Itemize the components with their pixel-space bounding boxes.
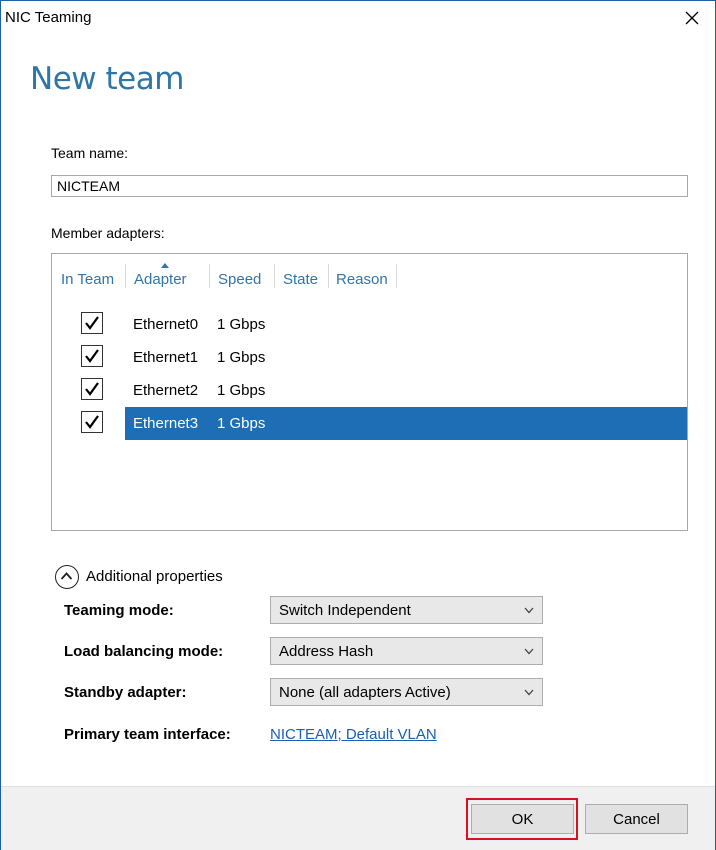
adapter-speed: 1 Gbps: [217, 382, 266, 399]
title-bar: NIC Teaming: [1, 1, 715, 35]
load-balancing-mode-label: Load balancing mode:: [64, 643, 224, 660]
teaming-mode-label: Teaming mode:: [64, 602, 174, 619]
standby-adapter-select[interactable]: None (all adapters Active): [270, 678, 543, 706]
column-header-in-team[interactable]: In Team: [61, 264, 114, 294]
chevron-down-icon: [524, 689, 534, 696]
column-header-state[interactable]: State: [283, 264, 318, 294]
chevron-down-icon: [524, 648, 534, 655]
checkmark-icon: [85, 382, 99, 396]
in-team-checkbox[interactable]: [81, 345, 103, 367]
primary-team-interface-label: Primary team interface:: [64, 726, 231, 743]
teaming-mode-value: Switch Independent: [279, 602, 411, 619]
checkmark-icon: [85, 415, 99, 429]
team-name-input[interactable]: NICTEAM: [51, 175, 688, 197]
additional-properties-toggle[interactable]: [55, 565, 79, 589]
team-name-label: Team name:: [51, 145, 129, 161]
in-team-checkbox[interactable]: [81, 312, 103, 334]
in-team-checkbox[interactable]: [81, 378, 103, 400]
adapter-name: Ethernet2: [133, 382, 199, 399]
ok-button[interactable]: OK: [471, 804, 574, 834]
column-divider: [274, 264, 275, 288]
window-title: NIC Teaming: [5, 9, 92, 26]
member-adapters-list: In Team Adapter Speed State Reason Ether…: [51, 253, 688, 531]
additional-properties-label: Additional properties: [86, 568, 223, 585]
column-divider: [209, 264, 210, 288]
column-divider: [125, 264, 126, 288]
teaming-mode-select[interactable]: Switch Independent: [270, 596, 543, 624]
adapter-speed: 1 Gbps: [217, 349, 266, 366]
adapter-speed: 1 Gbps: [217, 316, 266, 333]
column-divider: [396, 264, 397, 288]
table-row[interactable]: Ethernet1 1 Gbps: [125, 341, 687, 374]
close-button[interactable]: [669, 1, 715, 35]
table-row[interactable]: Ethernet0 1 Gbps: [125, 308, 687, 341]
checkmark-icon: [85, 349, 99, 363]
column-header-reason[interactable]: Reason: [336, 264, 388, 294]
table-row-selected[interactable]: Ethernet3 1 Gbps: [125, 407, 687, 440]
close-icon: [685, 11, 699, 25]
standby-adapter-label: Standby adapter:: [64, 684, 187, 701]
chevron-up-icon: [60, 572, 73, 580]
nic-teaming-dialog: NIC Teaming New team Team name: NICTEAM …: [0, 0, 716, 850]
adapter-speed: 1 Gbps: [217, 415, 266, 432]
load-balancing-mode-value: Address Hash: [279, 643, 374, 660]
in-team-checkbox[interactable]: [81, 411, 103, 433]
adapter-name: Ethernet0: [133, 316, 199, 333]
page-title: New team: [30, 61, 184, 97]
column-header-adapter[interactable]: Adapter: [134, 264, 187, 294]
primary-team-interface-link[interactable]: NICTEAM; Default VLAN: [270, 726, 437, 743]
table-row[interactable]: Ethernet2 1 Gbps: [125, 374, 687, 407]
adapter-name: Ethernet3: [133, 415, 199, 432]
load-balancing-mode-select[interactable]: Address Hash: [270, 637, 543, 665]
adapter-name: Ethernet1: [133, 349, 199, 366]
cancel-button[interactable]: Cancel: [585, 804, 688, 834]
column-header-speed[interactable]: Speed: [218, 264, 261, 294]
standby-adapter-value: None (all adapters Active): [279, 684, 451, 701]
member-adapters-label: Member adapters:: [51, 225, 165, 241]
column-divider: [328, 264, 329, 288]
chevron-down-icon: [524, 607, 534, 614]
checkmark-icon: [85, 316, 99, 330]
